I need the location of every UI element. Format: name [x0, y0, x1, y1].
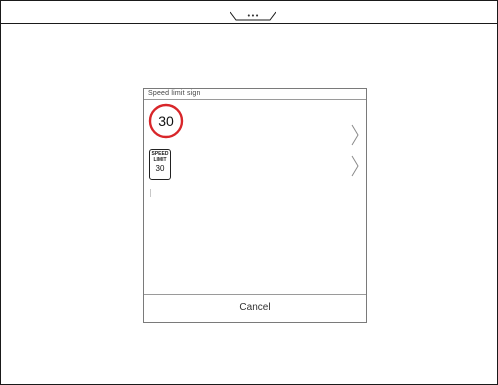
rectangular-speed-sign-icon: SPEED LIMIT 30	[149, 149, 171, 180]
screen-frame: ••• Speed limit sign 30 SPEED LIMIT 30 C…	[0, 0, 498, 385]
handle-dots: •••	[247, 12, 259, 20]
list-divider-mark	[150, 189, 151, 197]
chevron-right-icon	[351, 155, 359, 177]
chevron-right-icon	[351, 124, 359, 146]
option-rectangular-sign[interactable]: SPEED LIMIT 30	[144, 145, 366, 189]
speed-limit-sign-dialog: Speed limit sign 30 SPEED LIMIT 30 Cance…	[143, 88, 367, 323]
round-sign-value: 30	[158, 113, 174, 129]
rect-sign-line2: LIMIT	[153, 157, 167, 163]
round-speed-sign-icon: 30	[148, 103, 184, 139]
option-round-sign[interactable]: 30	[144, 101, 366, 146]
pull-tab-icon[interactable]: •••	[230, 1, 276, 21]
top-bar-divider	[1, 23, 497, 24]
cancel-button[interactable]: Cancel	[144, 295, 366, 322]
title-divider	[144, 99, 366, 100]
rect-sign-value: 30	[155, 164, 165, 173]
dialog-title: Speed limit sign	[148, 90, 201, 97]
